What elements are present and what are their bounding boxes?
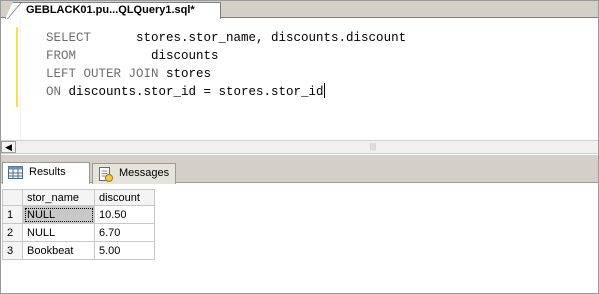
table-row[interactable]: 1 NULL 10.50 xyxy=(2,205,155,224)
results-grid[interactable]: stor_name discount 1 NULL 10.50 2 NULL 6… xyxy=(2,189,155,260)
table-cell[interactable]: Bookbeat xyxy=(22,241,95,260)
row-number[interactable]: 3 xyxy=(2,241,23,260)
row-number[interactable]: 1 xyxy=(2,205,23,224)
sql-keyword: SELECT xyxy=(46,31,92,45)
sql-keyword: LEFT OUTER JOIN xyxy=(46,67,159,81)
query-window: GEBLACK01.pu...QLQuery1.sql* SELECT stor… xyxy=(0,0,599,294)
grid-corner[interactable] xyxy=(2,189,23,206)
table-cell[interactable]: 5.00 xyxy=(94,241,155,260)
tab-results-label: Results xyxy=(29,166,66,178)
messages-icon xyxy=(98,167,113,182)
column-header[interactable]: stor_name xyxy=(22,189,95,206)
sql-text: stores xyxy=(158,67,212,81)
sql-keyword: FROM xyxy=(46,49,77,63)
table-cell[interactable]: 10.50 xyxy=(94,205,155,224)
scroll-grip-icon[interactable]: ||| xyxy=(368,142,378,152)
grid-header-row: stor_name discount xyxy=(2,189,155,206)
sql-text: stores.stor_name, discounts.discount xyxy=(91,31,407,45)
sql-text: discounts.stor_id = stores.stor_id xyxy=(61,85,324,99)
table-cell[interactable]: 6.70 xyxy=(94,223,155,242)
sql-text: discounts xyxy=(76,49,219,63)
sql-editor[interactable]: SELECT stores.stor_name, discounts.disco… xyxy=(1,19,598,140)
scroll-left-arrow-icon[interactable]: ◀ xyxy=(1,141,16,153)
code-line: ON discounts.stor_id = stores.stor_id xyxy=(46,83,406,101)
code-line: SELECT stores.stor_name, discounts.disco… xyxy=(46,29,406,47)
tab-messages[interactable]: Messages xyxy=(92,163,176,184)
text-caret xyxy=(323,83,325,98)
tab-messages-label: Messages xyxy=(119,167,170,179)
results-pane: Results Messages stor_name discount 1 NU… xyxy=(1,155,598,293)
sql-code[interactable]: SELECT stores.stor_name, discounts.disco… xyxy=(46,29,406,101)
table-row[interactable]: 3 Bookbeat 5.00 xyxy=(2,241,155,260)
document-tabstrip: GEBLACK01.pu...QLQuery1.sql* xyxy=(1,1,598,19)
table-row[interactable]: 2 NULL 6.70 xyxy=(2,223,155,242)
document-tab[interactable]: GEBLACK01.pu...QLQuery1.sql* xyxy=(5,2,221,19)
table-cell[interactable]: NULL xyxy=(22,223,95,242)
code-line: LEFT OUTER JOIN stores xyxy=(46,65,406,83)
table-cell[interactable]: NULL xyxy=(22,205,95,224)
document-tab-title: GEBLACK01.pu...QLQuery1.sql* xyxy=(26,4,195,16)
horizontal-scrollbar[interactable]: ◀ ||| xyxy=(1,140,598,154)
code-line: FROM discounts xyxy=(46,47,406,65)
change-indicator-bar xyxy=(16,27,18,107)
tab-results[interactable]: Results xyxy=(2,162,90,184)
grid-icon xyxy=(8,166,23,179)
sql-keyword: ON xyxy=(46,85,62,99)
row-number[interactable]: 2 xyxy=(2,223,23,242)
column-header[interactable]: discount xyxy=(94,189,155,206)
editor-gutter xyxy=(1,19,21,140)
results-tabstrip: Results Messages xyxy=(1,155,598,184)
